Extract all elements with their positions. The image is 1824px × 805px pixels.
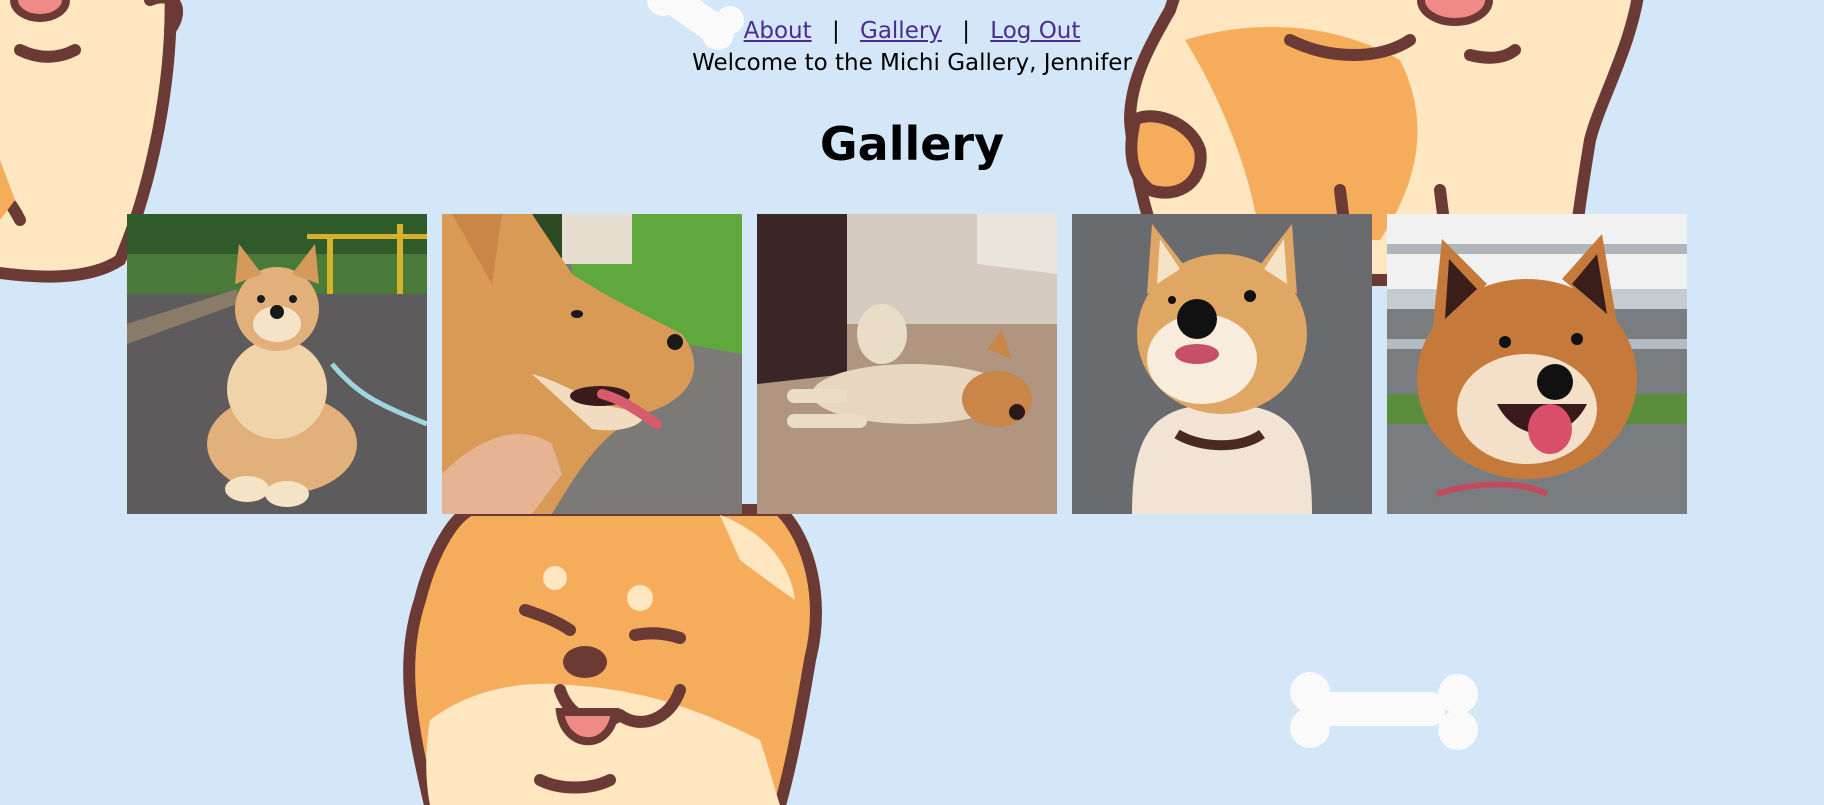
- gallery-photo-5[interactable]: [1387, 214, 1687, 514]
- welcome-message: Welcome to the Michi Gallery, Jennifer: [692, 50, 1132, 76]
- shiba-illustration-bottom: [403, 504, 822, 805]
- gallery-photo-1[interactable]: [127, 214, 427, 514]
- nav-link-about[interactable]: About: [744, 18, 812, 44]
- gallery-photo-3[interactable]: [757, 214, 1057, 514]
- bone-illustration-bottom: [1290, 672, 1478, 750]
- shiba-photo-lying-on-pavement: [127, 214, 427, 514]
- gallery-photo-4[interactable]: [1072, 214, 1372, 514]
- shiba-photo-looking-up: [1072, 214, 1372, 514]
- nav-separator: |: [962, 18, 970, 44]
- photo-gallery: [127, 214, 1687, 514]
- gallery-photo-2[interactable]: [442, 214, 742, 514]
- nav-separator: |: [831, 18, 840, 44]
- shiba-photo-sleeping: [757, 214, 1057, 514]
- nav-link-log-out[interactable]: Log Out: [990, 18, 1080, 44]
- shiba-photo-smiling: [1387, 214, 1687, 514]
- shiba-photo-side-profile: [442, 214, 742, 514]
- top-navigation: About | Gallery | Log Out: [0, 16, 1824, 46]
- page-title: Gallery: [819, 117, 1005, 171]
- nav-link-gallery[interactable]: Gallery: [860, 18, 942, 44]
